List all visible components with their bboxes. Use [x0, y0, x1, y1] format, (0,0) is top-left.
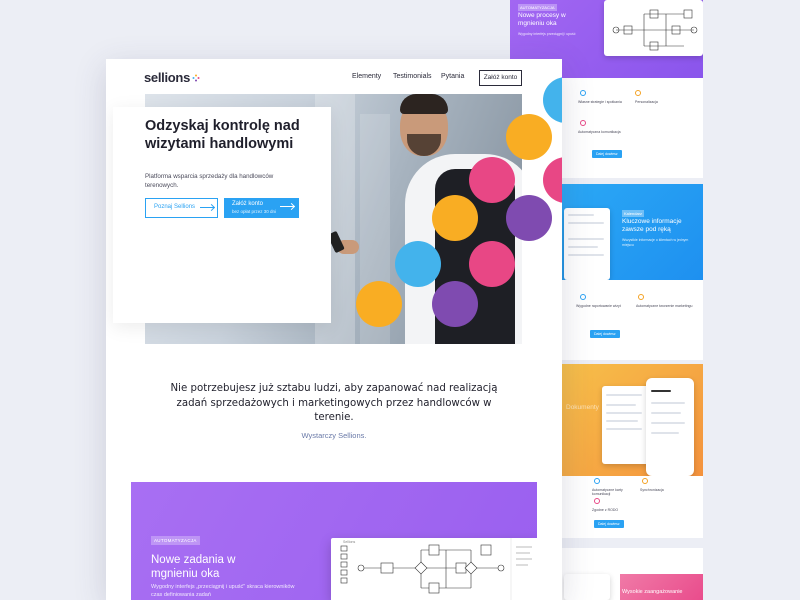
decor-circle	[469, 241, 515, 287]
decor-circle	[432, 281, 478, 327]
preview-blue-title: Kluczowe informacje zawsze pod ręką	[622, 218, 682, 233]
preview-orange-title: Dokumenty	[566, 404, 599, 411]
signup-nav-button[interactable]: Załóż konto	[479, 70, 522, 86]
preview-feature: Synchronizacja	[640, 488, 664, 492]
preview-top-text: Wygodny interfejs przeciągnij i upuść	[518, 32, 576, 36]
preview-feature: Automatyczna komunikacja	[578, 130, 621, 134]
automation-tag: AUTOMATYZACJA	[151, 536, 200, 545]
nav-link-pytania[interactable]: Pytania	[441, 73, 464, 80]
decor-circle	[543, 77, 562, 123]
preview-blue-tag: Kalendarz	[622, 210, 645, 217]
preview-feature: Zgodne z RODO	[592, 508, 619, 512]
preview-diagram-card	[604, 0, 703, 56]
preview-tablet-card	[602, 386, 650, 464]
logo[interactable]: sellions	[144, 70, 190, 85]
decor-circle	[395, 241, 441, 287]
preview-documents-section: Dokumenty	[562, 364, 703, 476]
workflow-diagram-icon	[340, 538, 532, 600]
feature-check-icon	[580, 90, 586, 96]
feature-marketing-icon	[638, 294, 644, 300]
preview-phone-card	[564, 208, 610, 280]
automation-title: Nowe zadania w mgnieniu oka	[151, 554, 236, 580]
feature-lock-icon	[594, 498, 600, 504]
preview-calendar-section: Kalendarz Kluczowe informacje zawsze pod…	[562, 184, 703, 280]
preview-tag: AUTOMATYZACJA	[518, 4, 557, 11]
landing-page: sellions Elementy Testimonials Pytania Z…	[106, 59, 562, 600]
preview-features-2: Wygodne raportowanie wizyt Automatyczne …	[562, 280, 703, 360]
nav-link-elementy[interactable]: Elementy	[352, 73, 381, 80]
preview-feature: Automatyczne tworzenie marketingu	[636, 304, 693, 308]
feature-sync-icon	[642, 478, 648, 484]
preview-phone-card	[646, 378, 694, 476]
screen-label: Sellions	[343, 540, 356, 544]
hero-card: Odzyskaj kontrolę nad wizytami handlowym…	[113, 107, 331, 323]
feature-report-icon	[580, 294, 586, 300]
tagline-text: Nie potrzebujesz już sztabu ludzi, aby z…	[170, 383, 498, 423]
learn-more-label: Poznaj Sellions	[154, 204, 196, 210]
tagline: Nie potrzebujesz już sztabu ludzi, aby z…	[106, 382, 562, 426]
workflow-diagram-icon	[612, 9, 698, 51]
decor-circle	[469, 157, 515, 203]
preview-feature: Wygodne raportowanie wizyt	[576, 304, 621, 308]
signup-hero-note: bez opłat przez 30 dni	[232, 209, 277, 214]
preview-feature: Personalizacja	[635, 100, 658, 104]
hero-subtitle: Platforma wsparcia sprzedaży dla handlow…	[145, 173, 274, 189]
signup-hero-label: Załóż konto	[232, 201, 264, 207]
hero-title: Odzyskaj kontrolę nad wizytami handlowym…	[145, 118, 300, 152]
preview-pink-title: Wysokie zaangażowanie	[622, 589, 683, 595]
decor-circle	[543, 157, 562, 203]
preview-feature: Własne strategie i spotkania	[578, 100, 622, 104]
decor-circle	[506, 195, 552, 241]
learn-more-button[interactable]: Poznaj Sellions	[145, 198, 218, 218]
preview-button[interactable]: Dalej dowiesz	[590, 330, 620, 338]
signup-hero-button[interactable]: Załóż konto bez opłat przez 30 dni	[224, 198, 299, 218]
preview-blue-text: Wszystkie informacje o klientach w jedny…	[622, 238, 689, 247]
decor-circle	[506, 114, 552, 160]
feature-message-icon	[580, 120, 586, 126]
workflow-screen: Sellions	[331, 538, 537, 600]
arrow-right-icon	[200, 207, 214, 208]
decor-circle	[356, 281, 402, 327]
decor-circle	[432, 195, 478, 241]
preview-phone-card	[564, 574, 610, 600]
nav-link-testimonials[interactable]: Testimonials	[393, 73, 432, 80]
automation-text: Wygodny interfejs „przeciągnij i upuść" …	[151, 584, 295, 598]
preview-button[interactable]: Dalej dowiesz	[594, 520, 624, 528]
preview-top-title: Nowe procesy w mgnieniu oka	[518, 12, 566, 27]
arrow-right-icon	[280, 206, 294, 207]
logo-dots-icon	[192, 74, 200, 82]
feature-card-icon	[594, 478, 600, 484]
tagline-sub: Wystarczy Sellions.	[301, 431, 367, 440]
feature-user-icon	[635, 90, 641, 96]
preview-engagement-section: Wysokie zaangażowanie	[620, 574, 703, 600]
preview-button[interactable]: Dalej dowiesz	[592, 150, 622, 158]
preview-features-3: Automatyczne karty komunikacji Synchroni…	[562, 476, 703, 538]
preview-feature: Automatyczne karty komunikacji	[592, 488, 623, 496]
automation-section: AUTOMATYZACJA Nowe zadania w mgnieniu ok…	[131, 482, 537, 600]
